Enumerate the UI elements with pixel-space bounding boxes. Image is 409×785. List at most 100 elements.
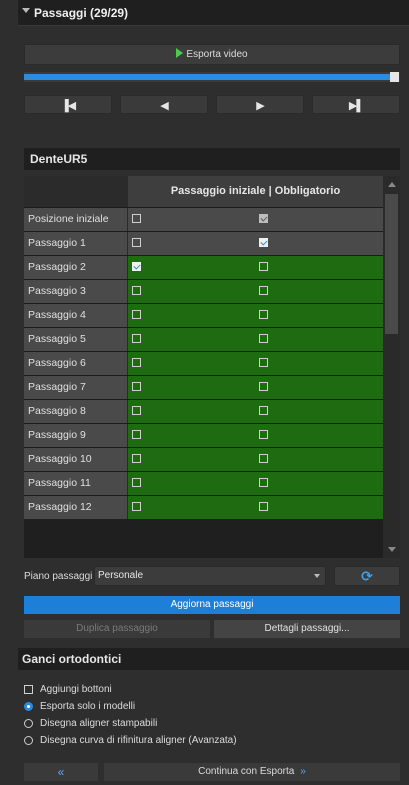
steps-table: Passaggio iniziale | Obbligatorio Posizi…	[24, 176, 400, 558]
row-label: Passaggio 6	[24, 352, 128, 375]
initial-step-checkbox[interactable]	[132, 382, 141, 391]
initial-step-checkbox[interactable]	[132, 430, 141, 439]
table-row[interactable]: Passaggio 9	[24, 423, 383, 448]
update-steps-button[interactable]: Aggiorna passaggi	[24, 596, 400, 614]
initial-step-checkbox[interactable]	[132, 286, 141, 295]
tooth-title: DenteUR5	[30, 152, 88, 166]
row-cells	[128, 256, 383, 279]
add-buttons-checkbox[interactable]	[24, 685, 33, 694]
trim-curve-radio[interactable]	[24, 736, 33, 745]
mandatory-checkbox[interactable]	[259, 310, 268, 319]
initial-step-checkbox[interactable]	[132, 358, 141, 367]
step-back-icon: ◀	[160, 100, 168, 112]
mandatory-checkbox[interactable]	[259, 286, 268, 295]
section-header-passaggi[interactable]: Passaggi (29/29)	[18, 0, 409, 26]
row-label: Passaggio 2	[24, 256, 128, 279]
row-label: Posizione iniziale	[24, 208, 128, 231]
collapse-triangle-icon[interactable]	[22, 8, 30, 13]
export-video-label: Esporta video	[186, 49, 248, 60]
prev-step-button[interactable]: ◀	[120, 95, 208, 114]
option-label: Esporta solo i modelli	[40, 701, 136, 712]
row-cells	[128, 352, 383, 375]
initial-step-checkbox[interactable]	[132, 478, 141, 487]
last-step-button[interactable]: ▶▌	[312, 95, 400, 114]
table-row[interactable]: Passaggio 8	[24, 399, 383, 424]
refresh-button[interactable]: ⟳	[334, 566, 400, 586]
table-row[interactable]: Passaggio 3	[24, 279, 383, 304]
table-row[interactable]: Passaggio 5	[24, 327, 383, 352]
table-row[interactable]: Passaggio 1	[24, 231, 383, 256]
row-cells	[128, 208, 383, 231]
double-chevron-right-icon: »	[300, 766, 306, 777]
row-cells	[128, 448, 383, 471]
double-chevron-left-icon: «	[57, 765, 65, 779]
initial-step-checkbox[interactable]	[132, 454, 141, 463]
mandatory-checkbox[interactable]	[259, 334, 268, 343]
step-forward-icon: ▶	[256, 100, 264, 112]
table-row[interactable]: Passaggio 12	[24, 495, 383, 520]
row-cells	[128, 400, 383, 423]
step-plan-value: Personale	[98, 570, 144, 581]
scroll-thumb[interactable]	[385, 194, 398, 334]
export-video-button[interactable]: Esporta video	[24, 44, 400, 65]
section-header-ganci: Ganci ortodontici	[18, 648, 409, 670]
row-label: Passaggio 1	[24, 232, 128, 255]
table-row[interactable]: Passaggio 10	[24, 447, 383, 472]
table-row[interactable]: Passaggio 7	[24, 375, 383, 400]
row-label: Passaggio 12	[24, 496, 128, 519]
scroll-down-icon[interactable]	[388, 547, 396, 552]
duplicate-step-button[interactable]: Duplica passaggio	[24, 620, 210, 638]
table-scrollbar[interactable]	[383, 176, 400, 558]
row-label: Passaggio 10	[24, 448, 128, 471]
mandatory-checkbox[interactable]	[259, 478, 268, 487]
refresh-icon: ⟳	[361, 568, 373, 584]
printable-aligners-radio[interactable]	[24, 719, 33, 728]
mandatory-checkbox[interactable]	[259, 430, 268, 439]
table-row[interactable]: Passaggio 6	[24, 351, 383, 376]
first-step-button[interactable]: ▐◀	[24, 95, 112, 114]
mandatory-checkbox[interactable]	[259, 406, 268, 415]
table-row[interactable]: Passaggio 2	[24, 255, 383, 280]
initial-step-checkbox[interactable]	[132, 334, 141, 343]
back-button[interactable]: «	[24, 763, 98, 781]
skip-forward-icon: ▶▌	[348, 100, 364, 112]
initial-step-checkbox[interactable]	[132, 238, 141, 247]
export-models-radio[interactable]	[24, 702, 33, 711]
row-cells	[128, 472, 383, 495]
row-cells	[128, 304, 383, 327]
row-cells	[128, 280, 383, 303]
scroll-up-icon[interactable]	[388, 182, 396, 187]
table-row[interactable]: Posizione iniziale	[24, 207, 383, 232]
mandatory-checkbox[interactable]	[259, 238, 268, 247]
initial-step-checkbox[interactable]	[132, 214, 141, 223]
mandatory-checkbox[interactable]	[259, 382, 268, 391]
mandatory-checkbox[interactable]	[259, 214, 268, 223]
initial-step-checkbox[interactable]	[132, 406, 141, 415]
skip-back-icon: ▐◀	[60, 100, 76, 112]
row-label: Passaggio 5	[24, 328, 128, 351]
dropdown-arrow-icon	[314, 574, 320, 578]
option-label: Aggiungi bottoni	[40, 684, 112, 695]
timeline-slider[interactable]	[24, 72, 400, 82]
continue-export-button[interactable]: Continua con Esporta »	[104, 763, 400, 781]
mandatory-checkbox[interactable]	[259, 502, 268, 511]
step-details-button[interactable]: Dettagli passaggi...	[214, 620, 400, 638]
table-row[interactable]: Passaggio 11	[24, 471, 383, 496]
step-plan-select[interactable]: Personale	[94, 566, 326, 586]
step-plan-label: Piano passaggi	[24, 571, 93, 582]
row-cells	[128, 232, 383, 255]
mandatory-checkbox[interactable]	[259, 454, 268, 463]
initial-step-checkbox[interactable]	[132, 502, 141, 511]
initial-step-checkbox[interactable]	[132, 310, 141, 319]
mandatory-checkbox[interactable]	[259, 262, 268, 271]
next-step-button[interactable]: ▶	[216, 95, 304, 114]
row-label: Passaggio 7	[24, 376, 128, 399]
row-cells	[128, 328, 383, 351]
row-cells	[128, 376, 383, 399]
table-row[interactable]: Passaggio 4	[24, 303, 383, 328]
initial-step-checkbox[interactable]	[132, 262, 141, 271]
tooth-header: DenteUR5	[24, 148, 400, 170]
mandatory-checkbox[interactable]	[259, 358, 268, 367]
timeline-handle[interactable]	[390, 72, 399, 82]
row-label: Passaggio 8	[24, 400, 128, 423]
